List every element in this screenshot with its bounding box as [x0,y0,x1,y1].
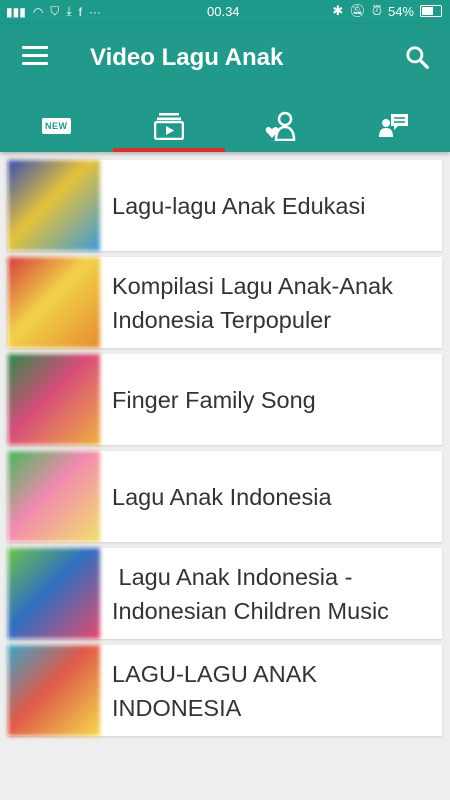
playlist-list: Lagu-lagu Anak Edukasi Kompilasi Lagu Ana… [8,160,442,742]
hamburger-menu-icon[interactable] [22,46,48,66]
search-icon[interactable] [404,44,430,70]
status-icons-left: ▮▮▮ ◠ ⛉ ⤓ f ··· [6,4,101,19]
playlist-thumbnail [8,354,100,445]
list-item[interactable]: Lagu Anak Indonesia - Indonesian Childre… [8,548,442,639]
list-item[interactable]: Kompilasi Lagu Anak-Anak Indonesia Terpo… [8,257,442,348]
list-item[interactable]: Lagu Anak Indonesia [8,451,442,542]
playlist-title: Lagu Anak Indonesia [112,483,332,510]
user-favorite-icon [265,111,296,141]
tab-favorites[interactable] [225,100,338,152]
playlist-title: LAGU-LAGU ANAK INDONESIA [112,660,324,721]
playlist-thumbnail [8,645,100,736]
chat-icon [378,114,408,137]
facebook-icon: f [78,4,82,19]
list-item[interactable]: Finger Family Song [8,354,442,445]
playlist-title: Lagu-lagu Anak Edukasi [112,192,366,219]
page-title: Video Lagu Anak [90,44,284,71]
bluetooth-icon: ✱ [332,3,344,18]
tab-new[interactable]: NEW [0,100,113,152]
playlist-thumbnail [8,548,100,639]
playlist-title: Kompilasi Lagu Anak-Anak Indonesia Terpo… [112,272,400,333]
battery-icon [420,5,442,17]
shield-icon: ⛉ [50,4,60,18]
tab-selected-indicator [112,148,225,152]
status-bar: ▮▮▮ ◠ ⛉ ⤓ f ··· 00.34 ✱ 🔕︎ ⏰︎ 54% [0,0,450,24]
download-icon: ⤓ [66,4,72,18]
battery-percent: 54% [387,3,414,19]
clock: 00.34 [207,4,240,19]
mute-icon: 🔕︎ [349,3,366,18]
list-item[interactable]: Lagu-lagu Anak Edukasi [8,160,442,251]
list-item[interactable]: LAGU-LAGU ANAK INDONESIA [8,645,442,736]
alarm-icon: ⏰︎ [371,3,382,18]
playlist-thumbnail [8,451,100,542]
tab-chat[interactable] [338,100,450,152]
tab-playlists[interactable] [112,100,225,152]
wifi-icon: ◠ [32,4,44,19]
playlist-thumbnail [8,257,100,348]
more-dots-icon: ··· [88,4,101,19]
new-badge-icon: NEW [42,118,71,134]
status-icons-right: ✱ 🔕︎ ⏰︎ 54% [332,3,442,19]
app-bar: Video Lagu Anak NEW [0,24,450,152]
playlist-title: Finger Family Song [112,386,316,413]
playlist-thumbnail [8,160,100,251]
signal-icon: ▮▮▮ [6,4,26,19]
playlist-title: Lagu Anak Indonesia - Indonesian Childre… [112,563,389,624]
tab-bar: NEW [0,100,450,152]
playlist-icon [153,113,184,140]
